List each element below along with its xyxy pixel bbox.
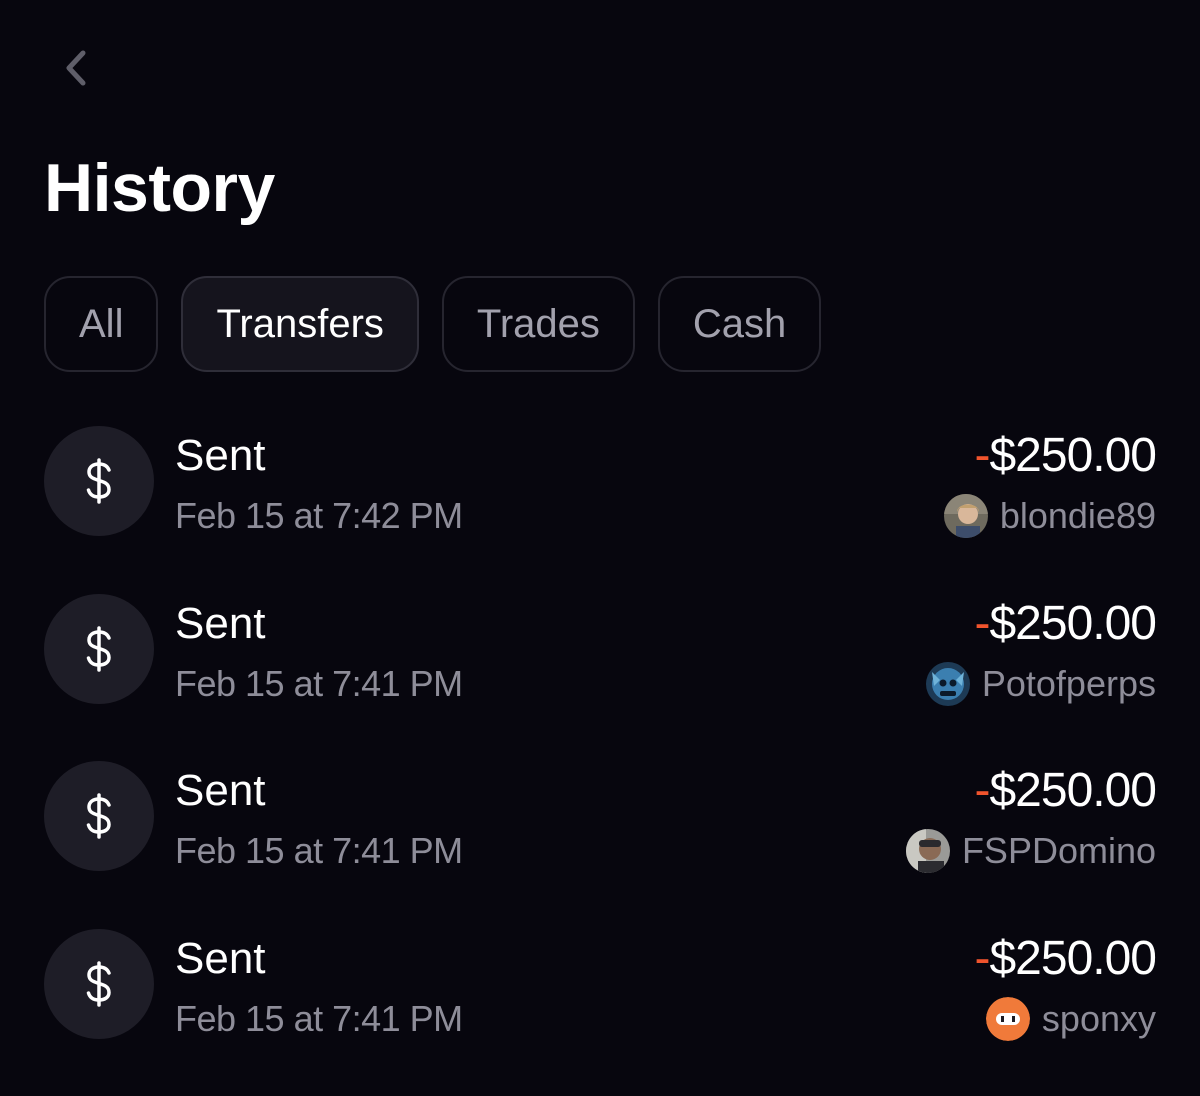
avatar (925, 661, 970, 706)
transaction-date: Feb 15 at 7:41 PM (175, 997, 463, 1039)
chevron-left-icon (66, 50, 86, 86)
transaction-date: Feb 15 at 7:42 PM (175, 495, 463, 536)
transaction-amount: -$250.00 (975, 765, 1157, 817)
amount-value: $250.00 (989, 764, 1157, 817)
transaction-amount: -$250.00 (974, 931, 1157, 985)
username: Potofperps (981, 662, 1156, 704)
transaction-amount: -$250.00 (975, 430, 1157, 482)
avatar (905, 829, 950, 873)
username: sponxy (1041, 997, 1156, 1039)
dollar-icon (44, 928, 154, 1039)
amount-value: $250.00 (989, 596, 1157, 650)
username: FSPDomino (961, 830, 1156, 871)
recipient: blondie89 (943, 494, 1156, 538)
transaction-date: Feb 15 at 7:41 PM (175, 830, 463, 871)
transaction-row[interactable]: Sent Feb 15 at 7:41 PM -$250.00 sponxy (44, 928, 1157, 1041)
transaction-list: Sent Feb 15 at 7:42 PM -$250.00 blondie8… (44, 426, 1157, 1096)
avatar (985, 996, 1030, 1041)
amount-value: $250.00 (989, 931, 1157, 985)
tab-trades[interactable]: Trades (441, 276, 635, 372)
tab-transfers[interactable]: Transfers (181, 276, 419, 372)
negative-sign: - (974, 931, 991, 985)
transaction-row[interactable]: Sent Feb 15 at 7:42 PM -$250.00 blondie8… (44, 426, 1157, 538)
negative-sign: - (974, 429, 991, 482)
avatar (943, 494, 988, 538)
transaction-amount: -$250.00 (974, 596, 1157, 650)
recipient: sponxy (985, 996, 1156, 1041)
tab-all[interactable]: All (44, 276, 159, 372)
amount-value: $250.00 (989, 429, 1157, 482)
transaction-row[interactable]: Sent Feb 15 at 7:41 PM -$250.00 FSPDomin… (44, 761, 1157, 873)
page-title: History (44, 150, 275, 226)
negative-sign: - (974, 596, 991, 650)
dollar-icon (44, 761, 154, 871)
transaction-date: Feb 15 at 7:41 PM (175, 662, 463, 704)
filter-tabs: All Transfers Trades Cash (44, 276, 822, 372)
transaction-title: Sent (175, 431, 266, 480)
transaction-title: Sent (175, 598, 266, 648)
tab-cash[interactable]: Cash (657, 276, 822, 372)
transaction-title: Sent (175, 933, 266, 983)
negative-sign: - (974, 764, 991, 817)
dollar-icon (44, 593, 154, 704)
transaction-title: Sent (175, 766, 266, 815)
username: blondie89 (999, 495, 1156, 536)
recipient: FSPDomino (905, 829, 1156, 873)
back-button[interactable] (50, 40, 102, 96)
transaction-row[interactable]: Sent Feb 15 at 7:41 PM -$250.00 Potofper… (44, 593, 1157, 706)
recipient: Potofperps (925, 661, 1156, 706)
dollar-icon (44, 426, 154, 536)
